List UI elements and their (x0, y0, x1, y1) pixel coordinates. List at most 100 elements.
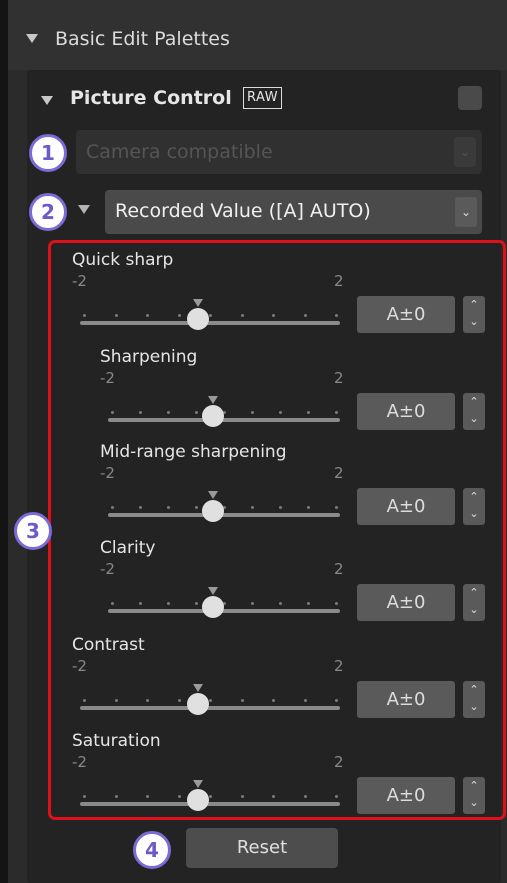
slider-tick (177, 795, 181, 798)
slider-tick (272, 795, 275, 798)
slider-tick (240, 795, 244, 798)
slider-min-label: -2 (100, 369, 115, 387)
slider-thumb[interactable] (187, 789, 209, 811)
default-marker-icon (208, 587, 218, 595)
slider-thumb[interactable] (187, 308, 209, 330)
slider-tick (303, 314, 307, 317)
slider-thumb[interactable] (202, 596, 224, 618)
up-down-stepper-icon[interactable]: ⌃ ⌄ (463, 488, 485, 525)
control-label: Quick sharp (72, 250, 174, 270)
value-field[interactable]: A±0 (357, 777, 455, 814)
control-label: Sharpening (100, 347, 198, 367)
slider-tick (335, 699, 338, 702)
slider-tick (307, 411, 310, 414)
up-down-stepper-icon[interactable]: ⌃ ⌄ (463, 393, 485, 430)
control-label: Clarity (100, 538, 156, 558)
slider-tick (303, 795, 307, 798)
value-field[interactable]: A±0 (357, 488, 455, 525)
slider-tick (240, 699, 244, 702)
default-marker-icon (208, 491, 218, 499)
slider-min-label: -2 (72, 272, 87, 290)
slider-track[interactable] (80, 802, 340, 806)
slider-tick (111, 411, 114, 414)
slider-thumb[interactable] (187, 693, 209, 715)
slider-max-label: 2 (334, 369, 344, 387)
callout-4: 4 (133, 831, 171, 869)
control-saturation: Saturation -2 2 A±0 ⌃ ⌄ (72, 731, 492, 821)
slider-tick (251, 602, 254, 605)
default-marker-icon (208, 396, 218, 404)
slider-tick (240, 314, 244, 317)
slider-min-label: -2 (100, 560, 115, 578)
slider-tick (146, 699, 149, 702)
slider-tick (272, 699, 275, 702)
slider-tick (146, 314, 149, 317)
basic-edit-palettes-header[interactable]: Basic Edit Palettes (8, 0, 507, 70)
up-down-stepper-icon[interactable]: ⌃ ⌄ (463, 296, 485, 333)
slider-tick (335, 314, 338, 317)
slider-tick (195, 506, 198, 509)
slider-tick (114, 699, 118, 702)
slider-tick (335, 506, 338, 509)
section-title: Basic Edit Palettes (55, 28, 230, 50)
slider-min-label: -2 (100, 464, 115, 482)
slider-track[interactable] (80, 706, 340, 710)
collapse-triangle-icon[interactable] (41, 96, 53, 105)
slider-tick (167, 602, 170, 605)
slider-tick (279, 602, 282, 605)
slider-tick (139, 506, 142, 509)
slider-tick (139, 602, 142, 605)
control-quick-sharp: Quick sharp -2 2 A±0 ⌃ ⌄ (72, 250, 492, 340)
slider-tick (114, 795, 118, 798)
slider-tick (83, 699, 86, 702)
slider-tick (307, 506, 310, 509)
up-down-stepper-icon[interactable]: ⌃ ⌄ (463, 777, 485, 814)
camera-compatible-dropdown: Camera compatible ⌄ (76, 130, 482, 174)
slider-tick (307, 602, 310, 605)
picture-control-title: Picture Control (70, 87, 232, 109)
value-field[interactable]: A±0 (357, 296, 455, 333)
slider-tick (111, 602, 114, 605)
control-sharpening: Sharpening -2 2 A±0 ⌃ ⌄ (100, 347, 507, 437)
slider-tick (251, 411, 254, 414)
up-down-stepper-icon[interactable]: ⌃ ⌄ (463, 584, 485, 621)
slider-tick (303, 699, 307, 702)
callout-2: 2 (29, 193, 67, 231)
slider-thumb[interactable] (202, 500, 224, 522)
default-marker-icon (193, 684, 203, 692)
chevron-down-icon[interactable]: ⌄ (455, 197, 477, 227)
slider-thumb[interactable] (202, 405, 224, 427)
up-down-stepper-icon[interactable]: ⌃ ⌄ (463, 681, 485, 718)
expand-triangle-icon[interactable] (78, 205, 90, 214)
slider-track[interactable] (108, 513, 340, 517)
recorded-value-dropdown[interactable]: Recorded Value ([A] AUTO) ⌄ (105, 190, 482, 234)
slider-tick (251, 506, 254, 509)
slider-track[interactable] (108, 609, 340, 613)
chevron-down-icon: ⌄ (454, 137, 476, 167)
picture-control-enable-checkbox[interactable] (458, 86, 482, 110)
slider-track[interactable] (108, 418, 340, 422)
value-field[interactable]: A±0 (357, 393, 455, 430)
value-field[interactable]: A±0 (357, 584, 455, 621)
slider-tick (146, 795, 149, 798)
slider-tick (83, 314, 86, 317)
default-marker-icon (193, 780, 203, 788)
slider-tick (209, 795, 212, 798)
slider-tick (167, 506, 170, 509)
slider-tick (335, 602, 338, 605)
callout-1: 1 (29, 134, 67, 172)
collapse-triangle-icon[interactable] (26, 34, 38, 43)
slider-track[interactable] (80, 321, 340, 325)
value-field[interactable]: A±0 (357, 681, 455, 718)
slider-max-label: 2 (334, 657, 344, 675)
slider-max-label: 2 (334, 464, 344, 482)
dropdown-value: Camera compatible (86, 141, 273, 163)
slider-tick (177, 699, 181, 702)
reset-button[interactable]: Reset (186, 828, 338, 868)
slider-tick (111, 506, 114, 509)
slider-min-label: -2 (72, 657, 87, 675)
slider-tick (177, 314, 181, 317)
slider-tick (83, 795, 86, 798)
control-clarity: Clarity -2 2 A±0 ⌃ ⌄ (100, 538, 507, 628)
slider-max-label: 2 (334, 753, 344, 771)
